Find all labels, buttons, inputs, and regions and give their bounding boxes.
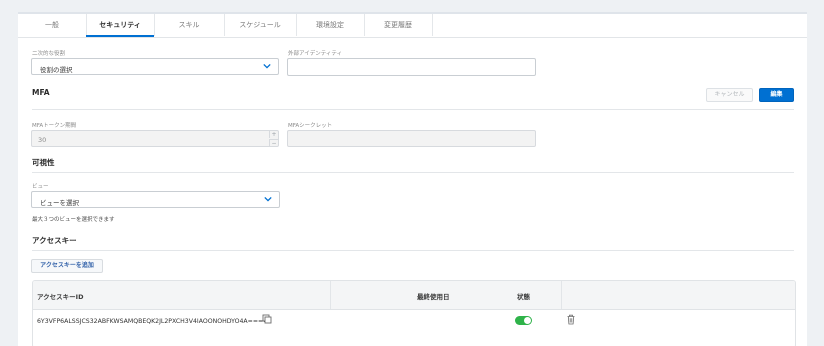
tab-bar: 一般 セキュリティ スキル スケジュール 環境設定 変更履歴 — [18, 14, 807, 38]
table-row: 6Y3VFP6ALSSJCS32ABFKWSAMQBEQK2JL2PXCH3V4… — [33, 310, 795, 332]
external-identity-input[interactable] — [287, 58, 536, 76]
decrement-icon[interactable]: − — [269, 139, 278, 147]
copy-icon[interactable] — [262, 314, 272, 324]
mfa-secret-label: MFAシークレット — [288, 123, 333, 129]
view-select[interactable]: ビューを選択 — [31, 191, 280, 208]
column-divider — [561, 281, 562, 309]
tab-preferences[interactable]: 環境設定 — [296, 14, 365, 36]
access-keys-table: アクセスキーID 最終使用日 状態 6Y3VFP6ALSSJCS32ABFKWS… — [32, 280, 796, 346]
divider — [32, 172, 794, 173]
access-key-id: 6Y3VFP6ALSSJCS32ABFKWSAMQBEQK2JL2PXCH3V4… — [37, 318, 269, 325]
chevron-down-icon — [263, 63, 271, 69]
column-header-access-key-id: アクセスキーID — [37, 293, 84, 301]
view-value: ビューを選択 — [40, 199, 79, 207]
column-divider — [330, 281, 331, 309]
status-toggle[interactable] — [515, 316, 532, 325]
tab-general[interactable]: 一般 — [18, 14, 87, 36]
mfa-heading: MFA — [32, 88, 50, 97]
mfa-token-period-input[interactable]: 30 + − — [31, 130, 279, 147]
access-keys-heading: アクセスキー — [32, 236, 77, 245]
visibility-heading: 可視性 — [32, 158, 55, 167]
tab-security[interactable]: セキュリティ — [86, 14, 155, 37]
increment-icon[interactable]: + — [269, 131, 278, 138]
tab-change-history[interactable]: 変更履歴 — [364, 14, 433, 36]
mfa-secret-input[interactable] — [287, 130, 536, 147]
column-header-status: 状態 — [517, 293, 530, 301]
mfa-token-period-label: MFAトークン期間 — [32, 123, 77, 129]
trash-icon[interactable] — [566, 314, 576, 325]
tab-schedule[interactable]: スケジュール — [224, 14, 297, 36]
view-limit-hint: 最大３つのビューを選択できます — [32, 217, 115, 223]
edit-button[interactable]: 編集 — [759, 88, 794, 102]
column-header-last-used: 最終使用日 — [417, 293, 450, 301]
add-access-key-button[interactable]: アクセスキーを追加 — [31, 259, 103, 273]
chevron-down-icon — [264, 196, 272, 202]
view-label: ビュー — [32, 184, 49, 190]
secondary-role-value: 役割の選択 — [40, 66, 73, 74]
external-identity-label: 外部アイデンティティ — [288, 51, 343, 57]
secondary-role-label: 二次的な役割 — [32, 51, 66, 57]
cancel-button[interactable]: キャンセル — [706, 88, 753, 102]
secondary-role-select[interactable]: 役割の選択 — [31, 58, 279, 75]
table-header: アクセスキーID 最終使用日 状態 — [33, 281, 795, 310]
mfa-token-period-value: 30 — [38, 136, 47, 144]
divider — [32, 109, 794, 110]
tab-skills[interactable]: スキル — [154, 14, 225, 36]
divider — [32, 250, 794, 251]
user-settings-panel: 一般 セキュリティ スキル スケジュール 環境設定 変更履歴 二次的な役割 役割… — [18, 12, 807, 346]
